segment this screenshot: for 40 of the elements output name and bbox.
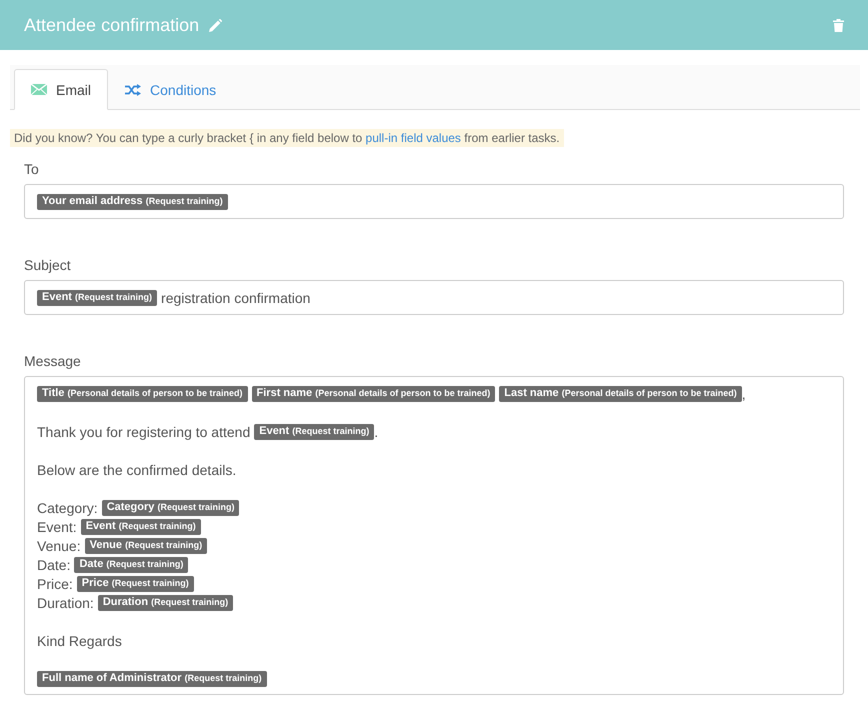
field-text: Duration: — [37, 594, 94, 610]
field-token[interactable]: Full name of Administrator (Request training) — [37, 670, 267, 686]
field-text: Price: — [37, 576, 73, 592]
field-token[interactable]: Duration (Request training) — [98, 594, 234, 610]
field-token[interactable]: Venue (Request training) — [84, 538, 208, 554]
field-label: Subject — [24, 257, 72, 273]
field-token[interactable]: Title (Personal details of person to be trained) — [37, 386, 248, 402]
message-field[interactable] — [24, 376, 844, 695]
field-text: Category: — [37, 500, 98, 516]
field-text: Date: — [37, 556, 70, 572]
field-text: Venue: — [37, 538, 81, 554]
field-token[interactable]: Category (Request training) — [102, 500, 240, 516]
pencil-icon[interactable] — [209, 18, 222, 32]
hint-text: Did you know? You can type a curly bracket { in any field below to pull-in field values from earlier tasks. — [10, 129, 564, 147]
field-text: , — [742, 386, 746, 402]
input-field[interactable]: Event (Request training) registration confirmation — [24, 280, 844, 315]
shuffle-icon — [125, 84, 142, 96]
field-token[interactable]: Date (Request training) — [74, 556, 188, 572]
tab[interactable]: Conditions — [108, 69, 234, 110]
field-token[interactable]: Your email address (Request training) — [37, 194, 228, 210]
field-token[interactable]: Last name (Personal details of person to be trained) — [499, 386, 742, 402]
field-token[interactable]: Price (Request training) — [76, 576, 194, 592]
field-token[interactable]: Event (Request training) — [80, 518, 201, 534]
field-text: . — [374, 424, 378, 440]
field-text: Thank you for registering to attend — [37, 424, 250, 440]
field-text: Below are the confirmed details. — [37, 462, 236, 478]
field-token[interactable]: First name (Personal details of person to be trained) — [252, 386, 496, 402]
field-token[interactable]: Event (Request training) — [254, 424, 374, 440]
trash-icon[interactable] — [833, 18, 844, 32]
field-text: Event: — [37, 518, 77, 534]
field-text: registration confirmation — [161, 290, 310, 306]
field-text: Kind Regards — [37, 632, 122, 648]
input-field[interactable]: Your email address (Request training) — [24, 184, 844, 219]
field-label: Message — [24, 353, 82, 369]
page-title: Attendee confirmation — [24, 14, 200, 36]
link[interactable]: pull-in field values — [366, 131, 461, 145]
tab[interactable]: Email — [14, 69, 108, 110]
field-token[interactable]: Event (Request training) — [37, 290, 158, 306]
envelope-icon — [31, 84, 47, 95]
field-label: To — [24, 161, 40, 177]
